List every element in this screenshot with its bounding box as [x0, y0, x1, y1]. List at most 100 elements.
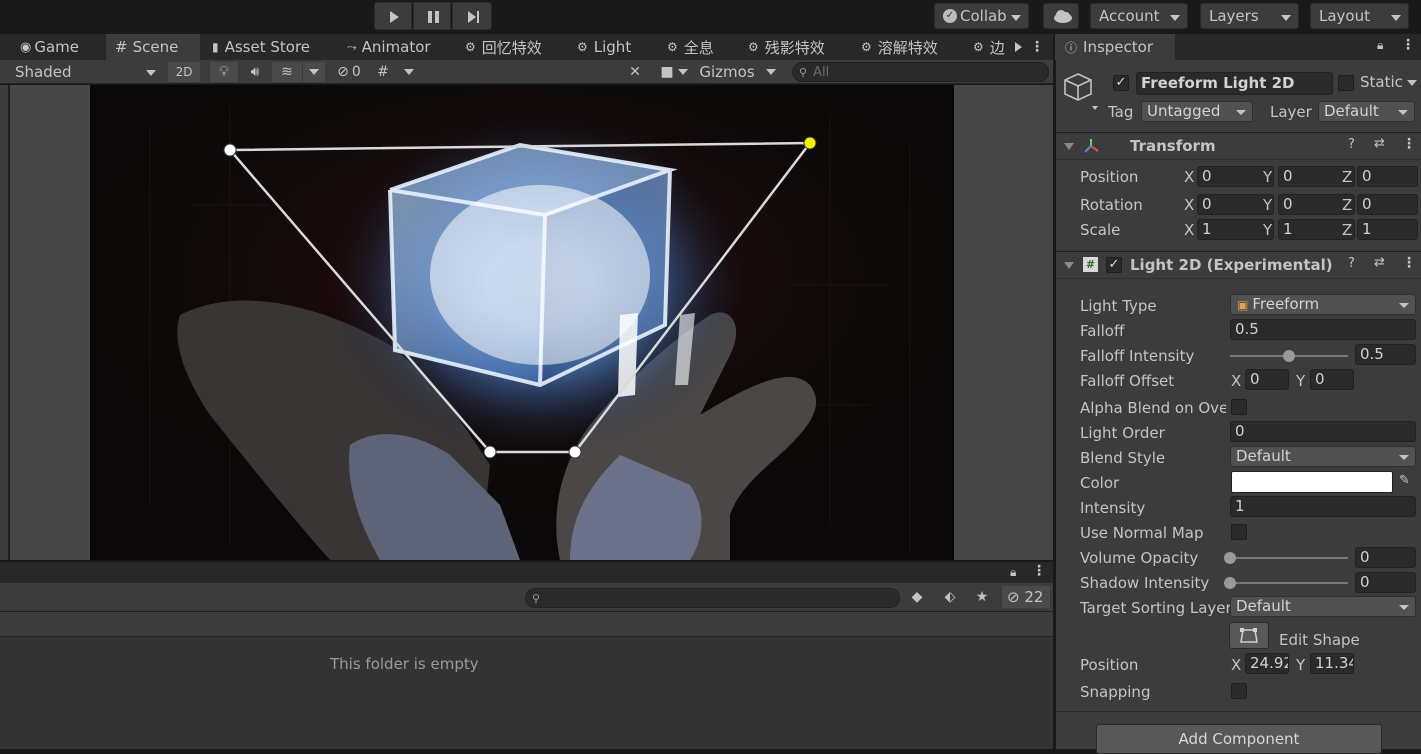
- audio-toggle[interactable]: 🔊︎: [240, 62, 270, 82]
- pause-button[interactable]: [413, 2, 451, 30]
- project-search-input[interactable]: ⚲: [525, 588, 900, 608]
- kebab-icon[interactable]: ⋮: [1401, 37, 1415, 53]
- filter-by-label-button[interactable]: ⬖: [938, 586, 962, 608]
- effects-toggle[interactable]: ≋: [272, 62, 302, 82]
- effects-dropdown[interactable]: [303, 62, 325, 82]
- layer-dropdown[interactable]: Default: [1318, 101, 1415, 122]
- tab-inspector[interactable]: ⓘ Inspector: [1055, 34, 1175, 60]
- tab-light[interactable]: ⚙ Light: [577, 34, 657, 60]
- tab-dissolve-effect[interactable]: ⚙ 溶解特效: [861, 34, 961, 60]
- static-checkbox[interactable]: [1338, 75, 1354, 91]
- active-checkbox[interactable]: ✓: [1113, 75, 1129, 91]
- shadow-intensity-slider-track[interactable]: [1230, 582, 1348, 584]
- light-order-field[interactable]: 0: [1230, 421, 1416, 442]
- layout-dropdown[interactable]: Layout: [1310, 3, 1409, 29]
- layer-value: Default: [1324, 102, 1379, 120]
- scene-visibility-toggle[interactable]: ⊘ 0: [328, 62, 370, 82]
- account-dropdown[interactable]: Account: [1090, 3, 1188, 29]
- eyedropper-icon[interactable]: ✎: [1399, 473, 1410, 488]
- color-swatch[interactable]: [1231, 471, 1393, 493]
- step-button[interactable]: [452, 2, 492, 30]
- tab-afterimage-effect[interactable]: ⚙ 残影特效: [748, 34, 848, 60]
- gizmos-button[interactable]: Gizmos: [696, 62, 758, 82]
- point-position-x-field[interactable]: 24.92: [1245, 653, 1289, 674]
- help-icon[interactable]: ?: [1348, 137, 1355, 152]
- chevron-down-icon: [309, 69, 319, 75]
- lock-icon[interactable]: 🔒︎: [1010, 565, 1016, 580]
- grid-toggle[interactable]: #: [372, 62, 394, 82]
- play-button[interactable]: [374, 2, 412, 30]
- tab-label: 边: [989, 38, 1005, 57]
- collab-dropdown[interactable]: ✓ Collab: [934, 3, 1029, 29]
- scene-search-input[interactable]: ⚲ All: [792, 62, 1049, 82]
- tab-scroll-right-button[interactable]: [1013, 34, 1025, 60]
- volume-opacity-slider-handle[interactable]: [1224, 552, 1236, 564]
- volume-opacity-label: Volume Opacity: [1080, 549, 1199, 567]
- help-icon[interactable]: ?: [1348, 256, 1355, 271]
- gizmos-dropdown[interactable]: [760, 62, 782, 82]
- hidden-packages-toggle[interactable]: ⊘ 22: [1002, 586, 1050, 608]
- lock-icon[interactable]: 🔒︎: [1377, 38, 1383, 53]
- 2d-mode-toggle[interactable]: 2D: [168, 62, 200, 82]
- rotation-label: Rotation: [1080, 196, 1143, 214]
- cloud-button[interactable]: [1043, 3, 1079, 29]
- falloff-intensity-slider-handle[interactable]: [1283, 350, 1295, 362]
- chevron-down-icon[interactable]: [1407, 80, 1417, 86]
- scene-canvas[interactable]: [90, 85, 954, 560]
- transform-header[interactable]: Transform ? ⇄ ⋮: [1056, 132, 1421, 160]
- kebab-icon[interactable]: ⋮: [1032, 563, 1046, 579]
- add-component-button[interactable]: Add Component: [1096, 724, 1382, 754]
- object-name-field[interactable]: Freeform Light 2D: [1136, 72, 1333, 95]
- shading-mode-dropdown[interactable]: Shaded: [10, 62, 160, 82]
- falloff-offset-x-field[interactable]: 0: [1245, 369, 1289, 390]
- kebab-icon[interactable]: ⋮: [1402, 255, 1416, 271]
- position-z-field[interactable]: 0: [1357, 166, 1418, 187]
- chevron-down-icon: [766, 69, 776, 75]
- tab-scene[interactable]: # Scene: [106, 34, 200, 60]
- light2d-header[interactable]: # ✓ Light 2D (Experimental) ? ⇄ ⋮: [1056, 251, 1421, 279]
- layers-dropdown[interactable]: Layers: [1200, 3, 1299, 29]
- filter-by-type-button[interactable]: ◆: [905, 586, 929, 608]
- camera-dropdown[interactable]: ■: [654, 62, 694, 82]
- lighting-toggle[interactable]: 💡︎: [210, 62, 238, 82]
- favorites-button[interactable]: ★: [970, 586, 994, 608]
- falloff-offset-y-field[interactable]: 0: [1310, 369, 1354, 390]
- falloff-field[interactable]: 0.5: [1230, 319, 1416, 340]
- y-axis-label: Y: [1263, 196, 1273, 214]
- shadow-intensity-field[interactable]: 0: [1355, 572, 1416, 593]
- intensity-field[interactable]: 1: [1230, 496, 1416, 517]
- use-normal-map-checkbox[interactable]: [1231, 524, 1247, 540]
- edit-shape-button[interactable]: [1229, 622, 1269, 649]
- volume-opacity-field[interactable]: 0: [1355, 547, 1416, 568]
- rotation-z-field[interactable]: 0: [1357, 194, 1418, 215]
- graph-icon: ⚙: [861, 40, 872, 54]
- tools-icon: ✕: [629, 64, 641, 80]
- tab-asset-store[interactable]: ▮ Asset Store: [212, 34, 334, 60]
- tab-memory-effect[interactable]: ⚙ 回忆特效: [465, 34, 565, 60]
- tag-dropdown[interactable]: Untagged: [1141, 101, 1253, 122]
- grid-dropdown[interactable]: [398, 62, 420, 82]
- point-position-y-field[interactable]: 11.34: [1310, 653, 1354, 674]
- tab-animator[interactable]: ⤳ Animator: [347, 34, 447, 60]
- preset-icon[interactable]: ⇄: [1374, 136, 1385, 151]
- tab-menu-button[interactable]: ⋮: [1030, 34, 1044, 60]
- falloff-intensity-field[interactable]: 0.5: [1355, 344, 1416, 365]
- gameobject-icon[interactable]: [1062, 70, 1102, 110]
- snapping-checkbox[interactable]: [1231, 683, 1247, 699]
- light2d-enabled-checkbox[interactable]: ✓: [1106, 257, 1122, 273]
- tab-game[interactable]: ◉ Game: [14, 34, 106, 60]
- preset-icon[interactable]: ⇄: [1374, 255, 1385, 270]
- gizmos-label: Gizmos: [699, 63, 755, 81]
- light-type-dropdown[interactable]: ▣ Freeform: [1230, 294, 1416, 315]
- tab-edge[interactable]: ⚙ 边: [973, 34, 1013, 60]
- alpha-blend-checkbox[interactable]: [1231, 399, 1247, 415]
- shadow-intensity-slider-handle[interactable]: [1224, 577, 1236, 589]
- scale-z-field[interactable]: 1: [1357, 219, 1418, 240]
- target-sorting-dropdown[interactable]: Default: [1230, 596, 1416, 617]
- tab-hologram[interactable]: ⚙ 全息: [667, 34, 737, 60]
- project-content[interactable]: This folder is empty: [0, 637, 1053, 749]
- kebab-icon[interactable]: ⋮: [1402, 136, 1416, 152]
- tools-button[interactable]: ✕: [622, 62, 648, 82]
- blend-style-dropdown[interactable]: Default: [1230, 446, 1416, 467]
- volume-opacity-slider-track[interactable]: [1230, 557, 1348, 559]
